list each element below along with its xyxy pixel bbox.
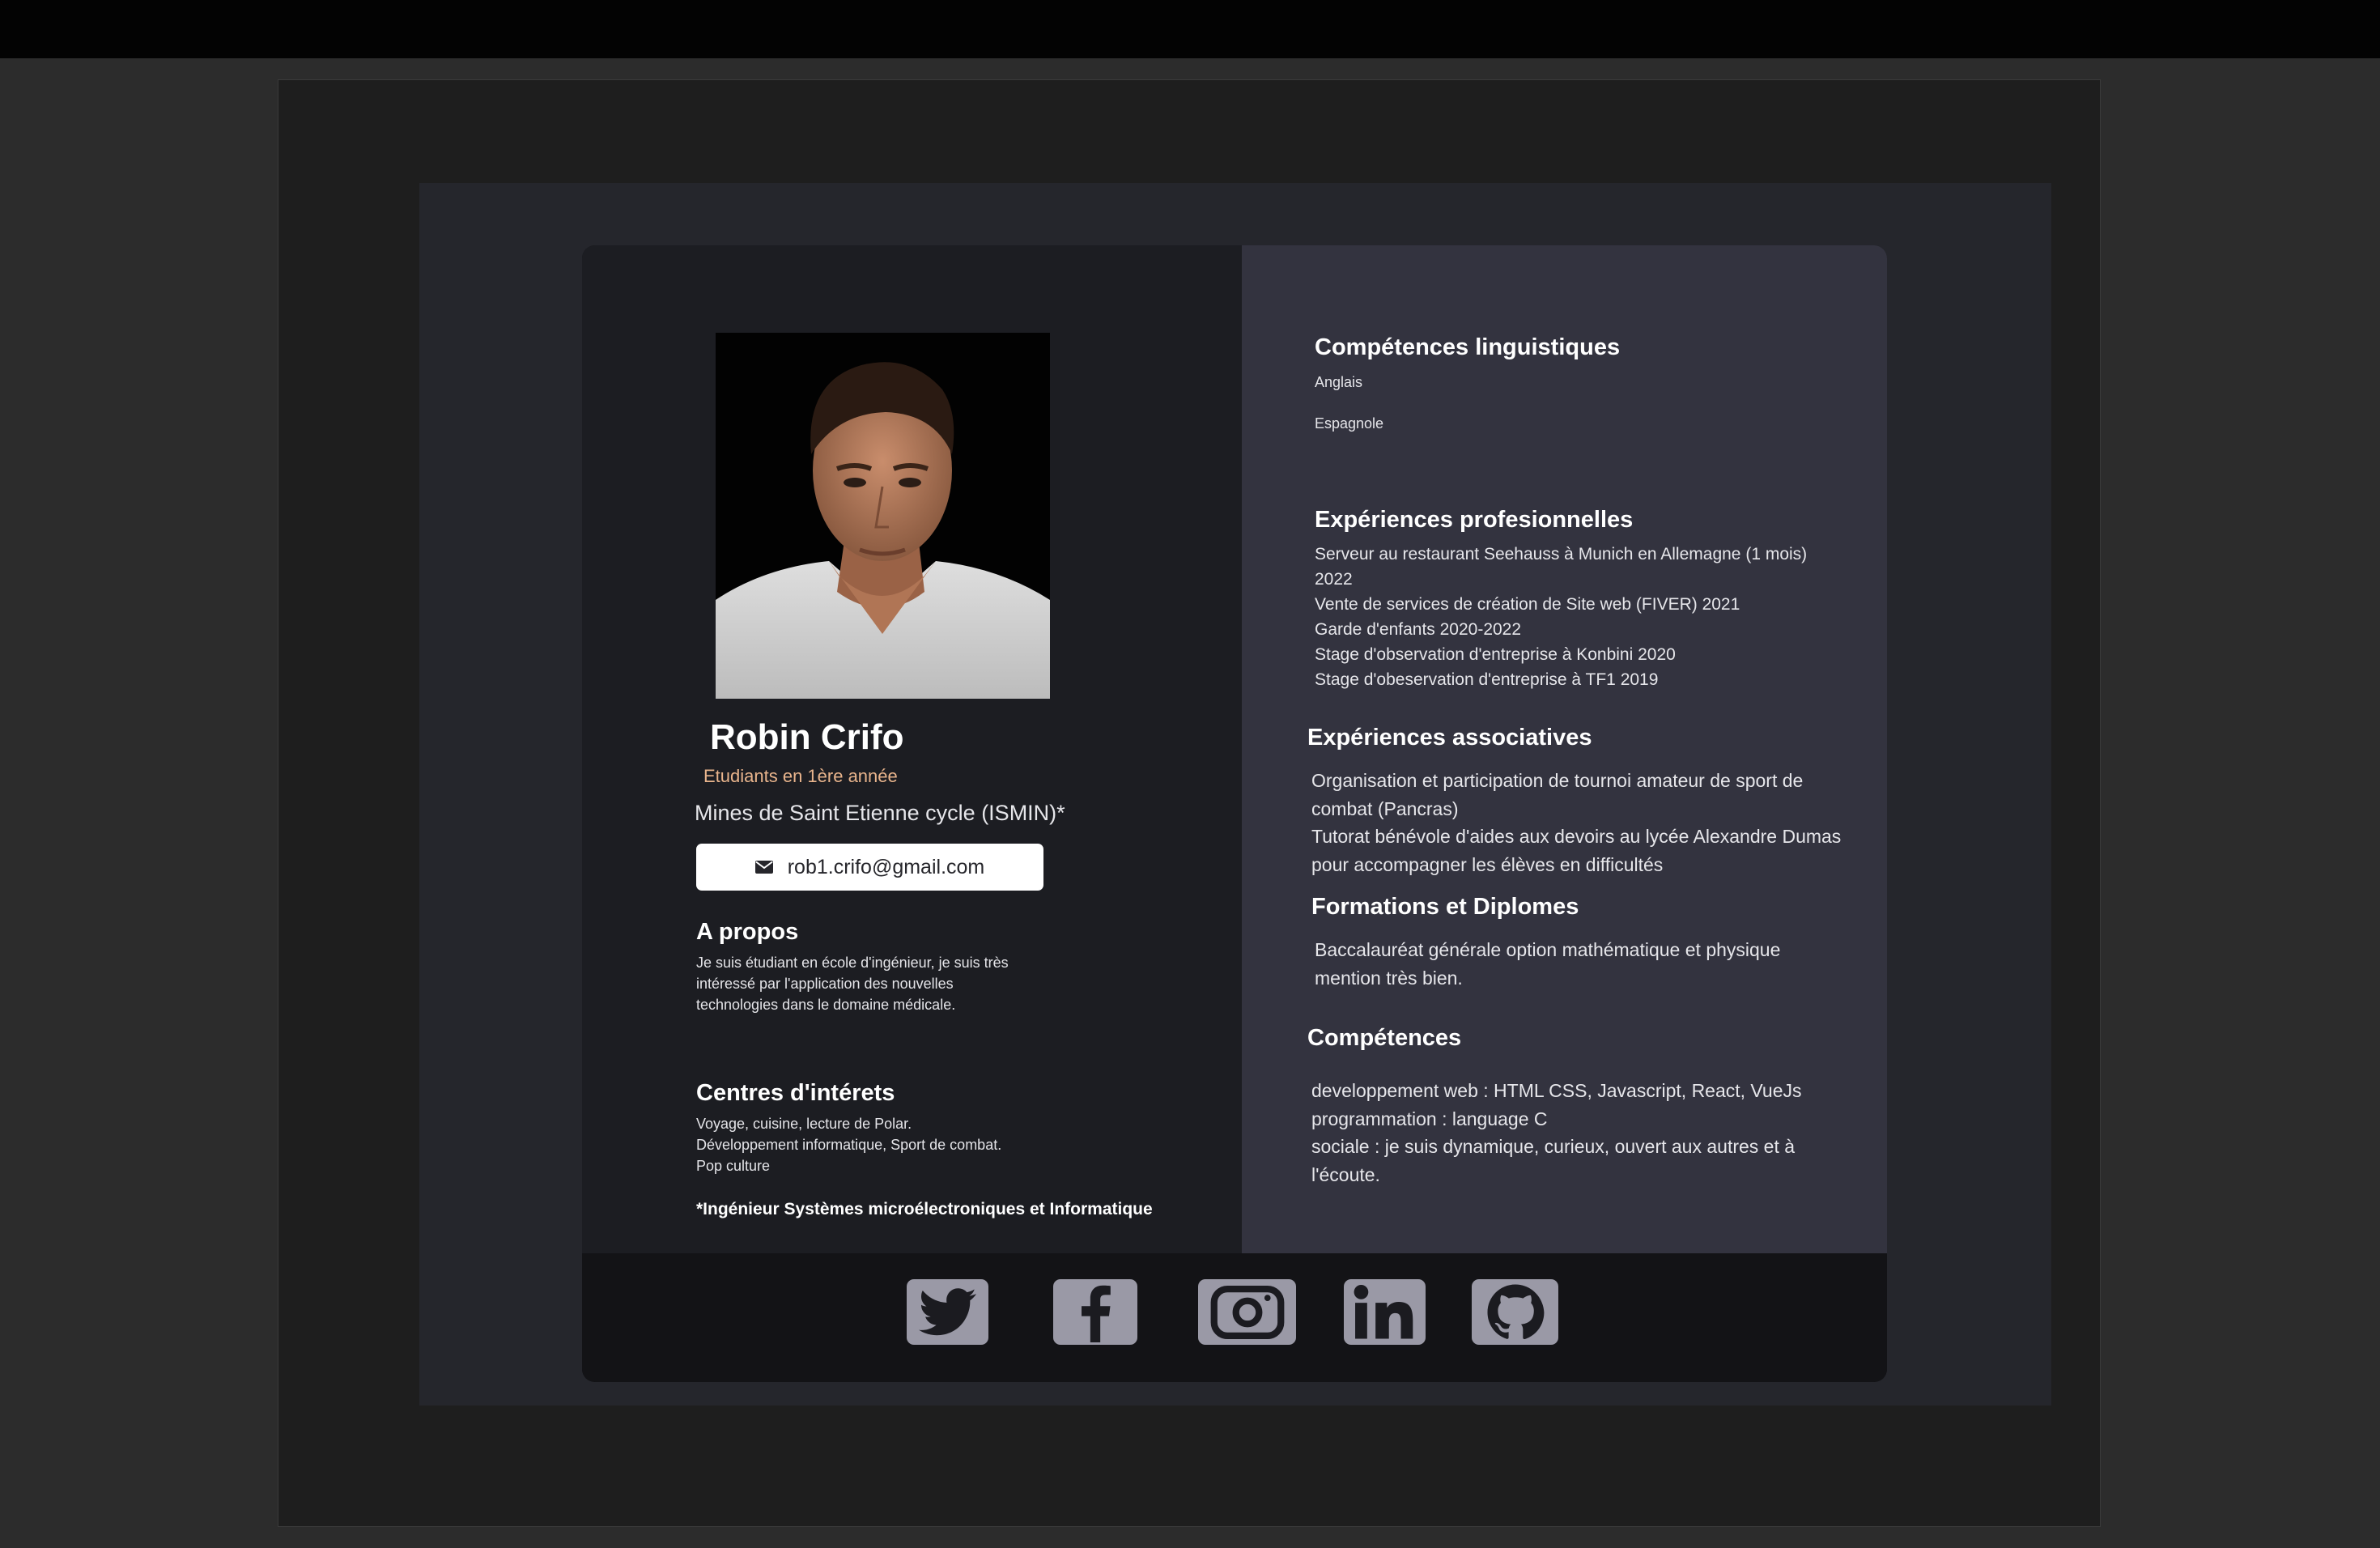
facebook-icon [1082, 1285, 1111, 1342]
skills-line: programmation : language C [1311, 1108, 1548, 1129]
assoc-experience-title: Expériences associatives [1307, 725, 1592, 751]
linkedin-icon [1354, 1284, 1413, 1339]
linkedin-link[interactable] [1344, 1279, 1426, 1345]
languages-title: Compétences linguistiques [1315, 334, 1621, 360]
cv-card: Robin Crifo Etudiants en 1ère année Mine… [582, 245, 1887, 1382]
assoc-experience-line: combat (Pancras) [1311, 797, 1459, 819]
about-line: Je suis étudiant en école d'ingénieur, j… [696, 955, 1009, 971]
twitter-link[interactable] [907, 1279, 988, 1345]
pro-experience-title: Expériences profesionnelles [1315, 507, 1634, 533]
github-icon [1487, 1284, 1544, 1339]
interests-line: Voyage, cuisine, lecture de Polar. [696, 1116, 912, 1132]
interests-line: Pop culture [696, 1158, 771, 1174]
top-bar [0, 0, 2380, 58]
envelope-icon [754, 861, 773, 874]
skills-line: sociale : je suis dynamique, curieux, ou… [1311, 1136, 1796, 1157]
about-line: intéressé par l'application des nouvelle… [696, 976, 954, 992]
skills-list: developpement web : HTML CSS, Javascript… [1311, 1077, 1802, 1189]
interests-text: Voyage, cuisine, lecture de Polar. Dével… [696, 1113, 1001, 1176]
about-text: Je suis étudiant en école d'ingénieur, j… [696, 952, 1009, 1015]
interests-line: Développement informatique, Sport de com… [696, 1137, 1002, 1153]
pro-experience-line: Garde d'enfants 2020-2022 [1315, 620, 1522, 639]
profile-subtitle: Etudiants en 1ère année [703, 766, 898, 786]
education-list: Baccalauréat générale option mathématiqu… [1315, 936, 1780, 992]
skills-line: developpement web : HTML CSS, Javascript… [1311, 1080, 1802, 1101]
education-line: mention très bien. [1315, 967, 1463, 989]
profile-photo [716, 333, 1050, 699]
assoc-experience-list: Organisation et participation de tournoi… [1311, 767, 1841, 878]
instagram-link[interactable] [1198, 1279, 1296, 1345]
facebook-link[interactable] [1053, 1279, 1137, 1345]
email-contact[interactable]: rob1.crifo@gmail.com [696, 844, 1043, 891]
twitter-icon [918, 1287, 976, 1335]
instagram-icon [1210, 1285, 1284, 1339]
right-panel: Compétences linguistiques Anglais Espagn… [1242, 245, 1887, 1253]
pro-experience-list: Serveur au restaurant Seehauss à Munich … [1315, 542, 1807, 692]
language-label-spanish: Espagnole [1315, 415, 1384, 432]
profile-name: Robin Crifo [710, 717, 904, 757]
footnote: *Ingénieur Systèmes microélectroniques e… [696, 1200, 1153, 1218]
assoc-experience-line: pour accompagner les élèves en difficult… [1311, 853, 1664, 875]
pro-experience-line: Stage d'obeservation d'entreprise à TF1 … [1315, 670, 1659, 689]
pro-experience-line: Serveur au restaurant Seehauss à Munich … [1315, 545, 1808, 563]
profile-school: Mines de Saint Etienne cycle (ISMIN)* [695, 801, 1065, 825]
email-address: rob1.crifo@gmail.com [787, 855, 985, 878]
about-line: technologies dans le domaine médicale. [696, 997, 956, 1013]
skills-title: Compétences [1307, 1025, 1462, 1051]
education-line: Baccalauréat générale option mathématiqu… [1315, 939, 1781, 960]
language-label-english: Anglais [1315, 374, 1363, 390]
about-title: A propos [696, 919, 799, 945]
pro-experience-line: Stage d'observation d'entreprise à Konbi… [1315, 645, 1676, 664]
github-link[interactable] [1472, 1279, 1558, 1345]
left-panel: Robin Crifo Etudiants en 1ère année Mine… [582, 245, 1242, 1253]
interests-title: Centres d'intérets [696, 1080, 895, 1106]
pro-experience-line: Vente de services de création de Site we… [1315, 595, 1740, 614]
skills-line: l'écoute. [1311, 1163, 1380, 1185]
assoc-experience-line: Tutorat bénévole d'aides aux devoirs au … [1311, 826, 1842, 847]
assoc-experience-line: Organisation et participation de tournoi… [1311, 770, 1804, 791]
education-title: Formations et Diplomes [1311, 894, 1579, 920]
pro-experience-line: 2022 [1315, 570, 1353, 589]
